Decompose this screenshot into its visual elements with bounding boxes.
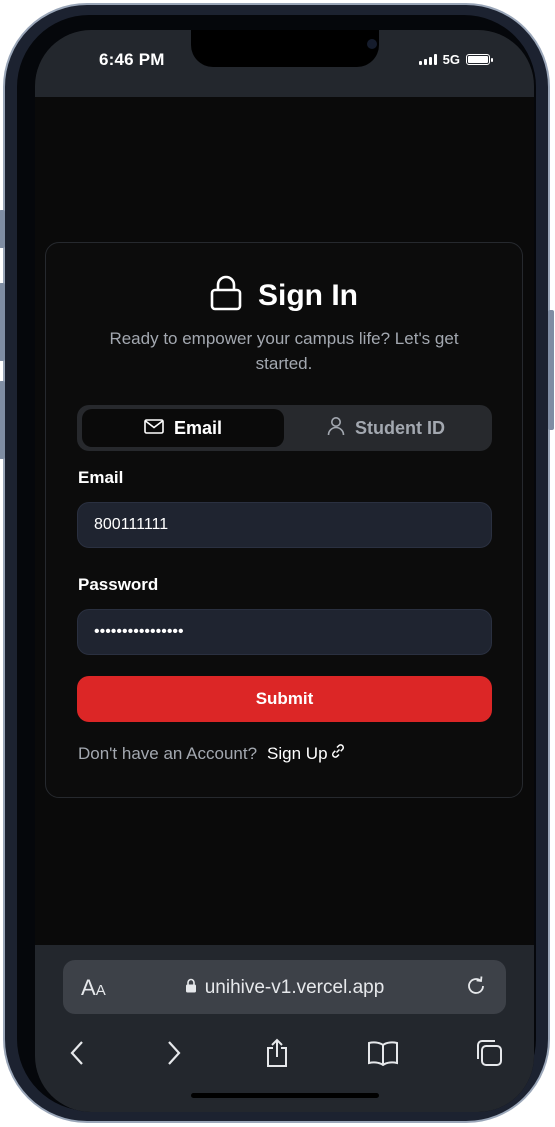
reload-icon[interactable] bbox=[464, 974, 488, 1003]
user-icon bbox=[327, 416, 345, 441]
screen: 6:46 PM 5G Sign In Ready to empower your… bbox=[35, 30, 534, 1112]
password-field[interactable]: •••••••••••••••• bbox=[77, 609, 492, 655]
status-time: 6:46 PM bbox=[99, 50, 165, 69]
tab-student-id[interactable]: Student ID bbox=[284, 409, 488, 447]
submit-button[interactable]: Submit bbox=[77, 676, 492, 722]
power-button bbox=[548, 310, 554, 430]
battery-icon bbox=[466, 54, 493, 65]
lock-small-icon bbox=[185, 977, 197, 999]
email-input[interactable] bbox=[94, 516, 475, 534]
signup-question: Don't have an Account? bbox=[78, 743, 258, 763]
status-indicators: 5G bbox=[418, 52, 493, 67]
phone-frame: 6:46 PM 5G Sign In Ready to empower your… bbox=[0, 3, 554, 1123]
share-icon[interactable] bbox=[257, 1033, 297, 1073]
page-subtitle: Ready to empower your campus life? Let's… bbox=[109, 329, 459, 373]
volume-down-button bbox=[0, 381, 5, 459]
camera-icon bbox=[367, 39, 377, 49]
signin-card: Sign In Ready to empower your campus lif… bbox=[45, 242, 523, 798]
email-field[interactable] bbox=[77, 502, 492, 548]
browser-bar: AA unihive-v1.vercel.app bbox=[35, 945, 534, 1112]
email-label: Email bbox=[78, 468, 124, 487]
notch bbox=[191, 30, 379, 67]
link-icon bbox=[330, 743, 346, 764]
title-row: Sign In bbox=[46, 275, 522, 316]
url-text: unihive-v1.vercel.app bbox=[204, 977, 385, 998]
signup-link-label: Sign Up bbox=[267, 743, 328, 763]
forward-icon[interactable] bbox=[154, 1033, 194, 1073]
address-bar[interactable]: AA unihive-v1.vercel.app bbox=[63, 960, 506, 1014]
volume-up-button bbox=[0, 283, 5, 361]
tab-email-label: Email bbox=[173, 417, 223, 438]
login-method-tabs: Email Student ID bbox=[77, 405, 492, 451]
back-icon[interactable] bbox=[57, 1033, 97, 1073]
tabs-icon[interactable] bbox=[469, 1033, 509, 1073]
signup-row: Don't have an Account? Sign Up bbox=[78, 743, 346, 764]
tab-student-id-label: Student ID bbox=[355, 417, 445, 438]
home-indicator bbox=[191, 1093, 379, 1098]
signal-icon bbox=[418, 54, 437, 65]
tab-email[interactable]: Email bbox=[82, 409, 284, 447]
signup-link[interactable]: Sign Up bbox=[267, 743, 345, 764]
network-type: 5G bbox=[442, 52, 460, 67]
browser-toolbar bbox=[35, 1033, 534, 1073]
mail-icon bbox=[144, 418, 164, 439]
mute-switch bbox=[0, 210, 5, 248]
url-display[interactable]: unihive-v1.vercel.app bbox=[63, 977, 506, 999]
bookmarks-icon[interactable] bbox=[363, 1033, 403, 1073]
page-title: Sign In bbox=[258, 278, 358, 312]
lock-icon bbox=[210, 275, 242, 316]
password-label: Password bbox=[78, 575, 159, 594]
password-input[interactable]: •••••••••••••••• bbox=[94, 623, 184, 641]
